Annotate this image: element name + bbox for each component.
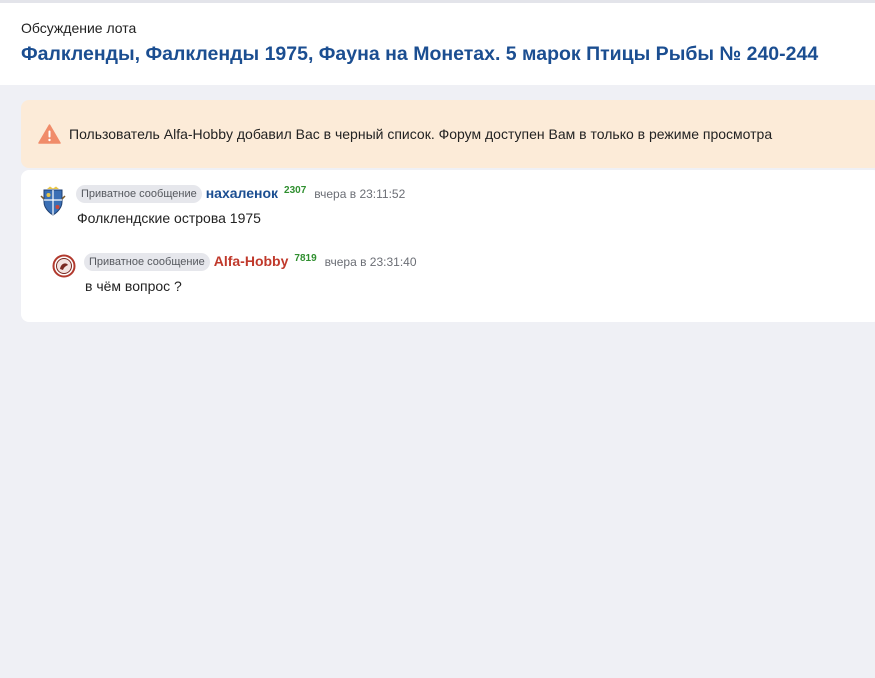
lot-title-link[interactable]: Фалкленды, Фалкленды 1975, Фауна на Моне… <box>21 43 818 66</box>
message-timestamp: вчера в 23:31:40 <box>324 255 417 269</box>
private-message-badge: Приватное сообщение <box>76 185 202 203</box>
message-text: Фолклендские острова 1975 <box>77 210 261 226</box>
page-subtitle: Обсуждение лота <box>21 20 137 36</box>
blacklist-alert: Пользователь Alfa-Hobby добавил Вас в че… <box>21 100 875 168</box>
author-link[interactable]: нахаленок <box>206 185 278 201</box>
round-logo-avatar[interactable] <box>52 254 76 278</box>
message-meta: Приватное сообщение нахаленок 2307 вчера… <box>76 185 405 204</box>
message-timestamp: вчера в 23:11:52 <box>314 187 406 201</box>
lot-discussion-header: Обсуждение лота Фалкленды, Фалкленды 197… <box>0 3 875 85</box>
user-rating[interactable]: 2307 <box>284 185 306 196</box>
coat-of-arms-avatar[interactable] <box>40 186 66 218</box>
author-link[interactable]: Alfa-Hobby <box>214 253 289 269</box>
user-rating[interactable]: 7819 <box>294 253 316 264</box>
message-meta: Приватное сообщение Alfa-Hobby 7819 вчер… <box>84 253 417 272</box>
private-message-badge: Приватное сообщение <box>84 253 210 271</box>
alert-text: Пользователь Alfa-Hobby добавил Вас в че… <box>69 126 773 142</box>
warning-triangle-icon <box>38 124 61 144</box>
message-text: в чём вопрос ? <box>85 278 182 294</box>
message-thread: Приватное сообщение нахаленок 2307 вчера… <box>21 170 875 322</box>
